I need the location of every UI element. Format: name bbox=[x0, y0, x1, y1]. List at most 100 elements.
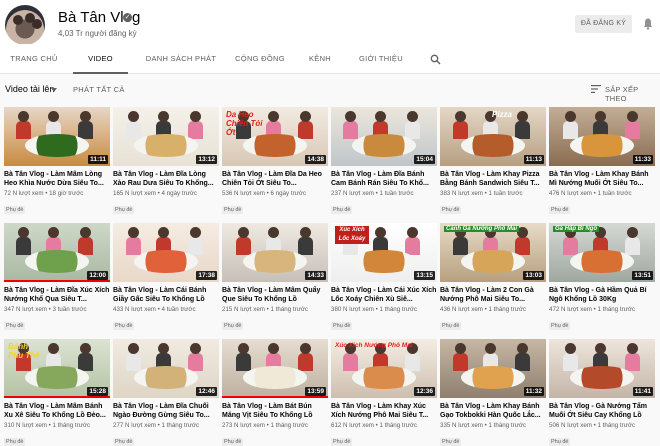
video-thumbnail[interactable]: Da Heo Chiên Tỏi Ớt 14:38 bbox=[222, 107, 328, 166]
video-thumbnail[interactable]: Xúc Xích Lốc Xoáy 13:15 bbox=[331, 223, 437, 282]
person-body bbox=[298, 353, 313, 371]
video-card[interactable]: 15:04 Bà Tân Vlog - Làm Đĩa Bánh Cam Bánh… bbox=[331, 107, 437, 216]
video-thumbnail[interactable]: 11:41 bbox=[549, 339, 655, 398]
tab-channels[interactable]: KÊNH bbox=[302, 44, 338, 74]
thumbnail-caption: Pizza bbox=[492, 110, 513, 119]
person-body bbox=[453, 353, 468, 371]
subtitles-badge: Phụ đề bbox=[222, 438, 244, 446]
person-figure bbox=[128, 227, 139, 238]
video-card[interactable]: Xúc Xích Lốc Xoáy 13:15 Bà Tân Vlog - Làm … bbox=[331, 223, 437, 332]
video-thumbnail[interactable]: 13:59 bbox=[222, 339, 328, 398]
person-figure bbox=[595, 111, 606, 122]
person-figure bbox=[300, 343, 311, 354]
uploads-dropdown[interactable]: Video tải lên bbox=[5, 84, 54, 94]
video-card[interactable]: 11:41 Bà Tân Vlog - Gà Nướng Tẩm Muối Ớt … bbox=[549, 339, 655, 446]
tab-playlists[interactable]: DANH SÁCH PHÁT bbox=[138, 44, 224, 74]
video-title[interactable]: Bà Tân Vlog - Làm 2 Con Gà Nướng Phô Mai… bbox=[440, 286, 546, 304]
person-body bbox=[405, 121, 420, 139]
person-figure bbox=[517, 343, 528, 354]
person-figure bbox=[238, 227, 249, 238]
video-meta: 476 N lượt xem • 1 tuần trước bbox=[549, 190, 655, 198]
video-card[interactable]: 14:33 Bà Tân Vlog - Làm Mâm Quẩy Que Siêu… bbox=[222, 223, 328, 332]
video-card[interactable]: 17:38 Bà Tân Vlog - Làm Cái Bánh Giầy Gấc… bbox=[113, 223, 219, 332]
video-thumbnail[interactable]: 11:11 bbox=[4, 107, 110, 166]
video-card[interactable]: Gà Hấp Bí Ngô 13:51 Bà Tân Vlog - Gà Hầm Q… bbox=[549, 223, 655, 332]
video-thumbnail[interactable]: 14:33 bbox=[222, 223, 328, 282]
video-thumbnail[interactable]: Gà Hấp Bí Ngô 13:51 bbox=[549, 223, 655, 282]
video-title[interactable]: Bà Tân Vlog - Làm Mâm Lòng Heo Khìa Nước… bbox=[4, 170, 110, 188]
person-figure bbox=[300, 227, 311, 238]
play-all-button[interactable]: PHÁT TẤT CẢ bbox=[73, 85, 125, 94]
food-plate bbox=[243, 365, 307, 390]
video-title[interactable]: Bà Tân Vlog - Gà Hầm Quả Bí Ngô Khổng Lồ… bbox=[549, 286, 655, 304]
person-figure bbox=[268, 343, 279, 354]
subtitles-badge: Phụ đề bbox=[331, 438, 353, 446]
subtitles-badge: Phụ đề bbox=[4, 438, 26, 446]
video-title[interactable]: Bà Tân Vlog - Làm Đĩa Chuối Ngào Đường G… bbox=[113, 402, 219, 420]
video-title[interactable]: Bà Tân Vlog - Làm Đĩa Bánh Cam Bánh Rán … bbox=[331, 170, 437, 188]
sort-by-button[interactable]: SẮP XẾP THEO bbox=[605, 85, 660, 103]
subtitles-badge: Phụ đề bbox=[549, 322, 571, 330]
video-card[interactable]: 11:11 Bà Tân Vlog - Làm Mâm Lòng Heo Khìa… bbox=[4, 107, 110, 216]
search-icon[interactable] bbox=[430, 54, 441, 65]
video-card[interactable]: 13:59 Bà Tân Vlog - Làm Bát Bún Măng Vịt … bbox=[222, 339, 328, 446]
video-card[interactable]: Cánh Gà Nướng Phô Mai 13:03 Bà Tân Vlog - … bbox=[440, 223, 546, 332]
video-title[interactable]: Bà Tân Vlog - Làm Khay Xúc Xích Nướng Ph… bbox=[331, 402, 437, 420]
video-card[interactable]: 13:12 Bà Tân Vlog - Làm Đĩa Lòng Xào Rau … bbox=[113, 107, 219, 216]
video-title[interactable]: Bà Tân Vlog - Làm Khay Bánh Mì Nướng Muố… bbox=[549, 170, 655, 188]
video-card[interactable]: Da Heo Chiên Tỏi Ớt 14:38 Bà Tân Vlog - Là… bbox=[222, 107, 328, 216]
upload-age: 3 tuần trước bbox=[52, 306, 87, 313]
video-title[interactable]: Bà Tân Vlog - Làm Bát Bún Măng Vịt Siêu … bbox=[222, 402, 328, 420]
person-body bbox=[236, 353, 251, 371]
video-title[interactable]: Bà Tân Vlog - Làm Cái Bánh Giầy Gấc Siêu… bbox=[113, 286, 219, 304]
subtitles-badge: Phụ đề bbox=[331, 206, 353, 214]
video-title[interactable]: Bà Tân Vlog - Làm Đĩa Lòng Xào Rau Dưa S… bbox=[113, 170, 219, 188]
video-title[interactable]: Bà Tân Vlog - Làm Đĩa Xúc Xích Nướng Khổ… bbox=[4, 286, 110, 304]
video-card[interactable]: Pizza 11:13 Bà Tân Vlog - Làm Khay Pizza B… bbox=[440, 107, 546, 216]
video-thumbnail[interactable]: 12:46 bbox=[113, 339, 219, 398]
video-title[interactable]: Bà Tân Vlog - Làm Mâm Quẩy Que Siêu To K… bbox=[222, 286, 328, 304]
subtitles-badge: Phụ đề bbox=[440, 206, 462, 214]
person-figure bbox=[455, 111, 466, 122]
video-meta: 436 N lượt xem • 1 tháng trước bbox=[440, 306, 546, 314]
video-title[interactable]: Bà Tân Vlog - Làm Khay Bánh Gạo Tokbokki… bbox=[440, 402, 546, 420]
view-count: 347 N lượt xem bbox=[4, 306, 47, 313]
tab-home[interactable]: TRANG CHỦ bbox=[5, 44, 63, 74]
video-card[interactable]: 12:00 Bà Tân Vlog - Làm Đĩa Xúc Xích Nướn… bbox=[4, 223, 110, 332]
video-thumbnail[interactable]: 11:33 bbox=[549, 107, 655, 166]
video-thumbnail[interactable]: 17:38 bbox=[113, 223, 219, 282]
video-card[interactable]: 11:32 Bà Tân Vlog - Làm Khay Bánh Gạo Tok… bbox=[440, 339, 546, 446]
food-plate bbox=[243, 133, 307, 158]
sort-icon[interactable] bbox=[591, 85, 601, 93]
tab-about[interactable]: GIỚI THIỆU bbox=[354, 44, 408, 74]
video-thumbnail[interactable]: Bánh Phu Thê 15:28 bbox=[4, 339, 110, 398]
tab-videos[interactable]: VIDEO bbox=[73, 44, 128, 74]
video-title[interactable]: Bà Tân Vlog - Làm Cái Xúc Xích Lốc Xoáy … bbox=[331, 286, 437, 304]
video-thumbnail[interactable]: Cánh Gà Nướng Phô Mai 13:03 bbox=[440, 223, 546, 282]
tab-community[interactable]: CỘNG ĐỒNG bbox=[228, 44, 292, 74]
person-figure bbox=[80, 227, 91, 238]
video-title[interactable]: Bà Tân Vlog - Làm Khay Pizza Bằng Bánh S… bbox=[440, 170, 546, 188]
person-figure bbox=[375, 111, 386, 122]
view-count: 273 N lượt xem bbox=[222, 422, 265, 429]
chevron-down-icon[interactable] bbox=[51, 88, 57, 92]
video-title[interactable]: Bà Tân Vlog - Gà Nướng Tẩm Muối Ớt Siêu … bbox=[549, 402, 655, 420]
video-card[interactable]: 12:46 Bà Tân Vlog - Làm Đĩa Chuối Ngào Đư… bbox=[113, 339, 219, 446]
watch-progress-bar bbox=[222, 396, 328, 398]
video-title[interactable]: Bà Tân Vlog - Làm Đĩa Da Heo Chiên Tỏi Ớ… bbox=[222, 170, 328, 188]
video-title[interactable]: Bà Tân Vlog - Làm Mâm Bánh Xu Xê Siêu To… bbox=[4, 402, 110, 420]
video-thumbnail[interactable]: 15:04 bbox=[331, 107, 437, 166]
video-thumbnail[interactable]: 13:12 bbox=[113, 107, 219, 166]
video-card[interactable]: Bánh Phu Thê 15:28 Bà Tân Vlog - Làm Mâm B… bbox=[4, 339, 110, 446]
bell-icon[interactable] bbox=[643, 18, 653, 30]
person-body bbox=[563, 121, 578, 139]
person-figure bbox=[48, 111, 59, 122]
video-thumbnail[interactable]: Pizza 11:13 bbox=[440, 107, 546, 166]
video-thumbnail[interactable]: Xúc Xích Nướng Phô Mai 12:36 bbox=[331, 339, 437, 398]
video-card[interactable]: Xúc Xích Nướng Phô Mai 12:36 Bà Tân Vlog -… bbox=[331, 339, 437, 446]
video-card[interactable]: 11:33 Bà Tân Vlog - Làm Khay Bánh Mì Nướn… bbox=[549, 107, 655, 216]
subscribed-button[interactable]: ĐÃ ĐĂNG KÝ bbox=[575, 15, 632, 33]
video-thumbnail[interactable]: 11:32 bbox=[440, 339, 546, 398]
channel-avatar[interactable] bbox=[5, 5, 45, 45]
video-thumbnail[interactable]: 12:00 bbox=[4, 223, 110, 282]
